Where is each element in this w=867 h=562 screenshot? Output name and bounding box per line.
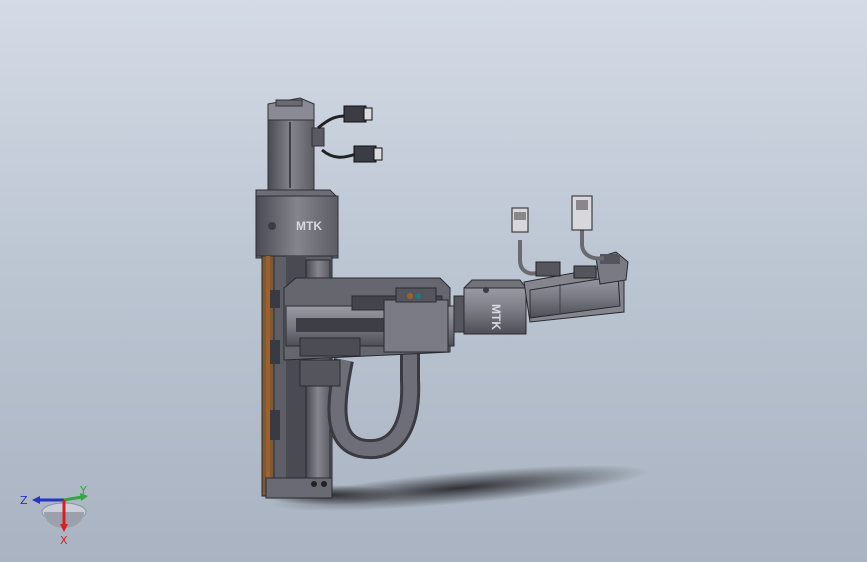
- x-axis-arrowhead: [60, 524, 68, 532]
- graphics-viewport[interactable]: MTK MTK Z Y X: [0, 0, 867, 562]
- y-axis-label: Y: [79, 486, 87, 497]
- z-axis-label: Z: [20, 494, 28, 507]
- vertical-motor[interactable]: [267, 97, 325, 191]
- motor-connector-upper[interactable]: [343, 105, 373, 123]
- brand-label: MTK: [296, 219, 322, 233]
- x-axis-label: X: [60, 534, 68, 547]
- horizontal-gearbox[interactable]: MTK: [463, 279, 527, 335]
- cad-model-view[interactable]: MTK MTK: [0, 0, 867, 562]
- vertical-gearbox[interactable]: MTK: [255, 189, 339, 259]
- brand-label-horizontal: MTK: [489, 304, 503, 330]
- power-connector[interactable]: [571, 195, 593, 231]
- motor-connector-lower[interactable]: [353, 145, 383, 163]
- y-axis-arrow: [63, 495, 83, 502]
- z-axis-arrowhead: [32, 496, 40, 504]
- encoder-connector[interactable]: [511, 207, 529, 233]
- cable-chain[interactable]: [327, 350, 421, 460]
- view-orientation-triad[interactable]: Z Y X: [14, 484, 94, 548]
- horizontal-linear-module[interactable]: [283, 277, 475, 387]
